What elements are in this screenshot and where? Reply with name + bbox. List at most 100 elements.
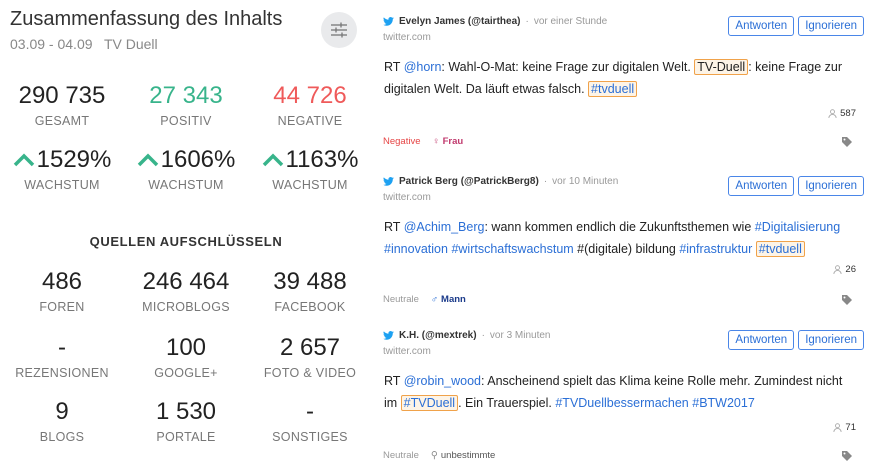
total-all-label: GESAMT — [34, 114, 90, 128]
post-source[interactable]: twitter.com — [383, 346, 431, 357]
text-part: : wann kommen endlich die Zukunftsthemen… — [484, 220, 755, 234]
gender-value: unbestimmte — [440, 450, 496, 461]
breakdown-title: QUELLEN AUFSCHLÜSSELN — [89, 234, 283, 249]
total-all: 290 735 GESAMT — [0, 82, 124, 128]
twitter-icon — [383, 331, 394, 340]
post-actions: Antworten Ignorieren — [728, 330, 864, 350]
post-author[interactable]: K.H. (@mextrek) — [399, 330, 477, 341]
reach-value: 26 — [845, 264, 856, 275]
source-value: - — [58, 334, 66, 361]
summary-title: Zusammenfassung des Inhalts — [10, 8, 283, 30]
post-source[interactable]: twitter.com — [383, 192, 431, 203]
sentiment-label[interactable]: Neutrale — [383, 294, 419, 305]
source-forums: 486 FOREN — [0, 268, 124, 314]
sentiment-label[interactable]: Negative — [383, 136, 421, 147]
source-reviews: - REZENSIONEN — [0, 334, 124, 380]
growth-all-label: WACHSTUM — [24, 178, 100, 192]
hashtag-link[interactable]: #BTW2017 — [692, 396, 755, 410]
hashtag-link[interactable]: #innovation — [384, 242, 448, 256]
text-part: . Ein Trauerspiel. — [458, 396, 556, 410]
separator: · — [525, 16, 529, 27]
source-name: TV Duell — [103, 36, 158, 52]
mention-link[interactable]: @horn — [404, 60, 442, 74]
gender-label[interactable]: ⚲ unbestimmte — [431, 450, 495, 461]
total-all-value: 290 735 — [18, 82, 106, 109]
reply-button[interactable]: Antworten — [728, 330, 795, 350]
tag-icon[interactable] — [842, 295, 852, 305]
reply-button[interactable]: Antworten — [728, 176, 795, 196]
hashtag-link[interactable]: #infrastruktur — [679, 242, 752, 256]
mention-post: Evelyn James (@tairthea) · vor einer Stu… — [374, 16, 864, 156]
ignore-button[interactable]: Ignorieren — [798, 330, 864, 350]
gender-label[interactable]: ♀ Frau — [433, 136, 464, 147]
hashtag-link[interactable]: #Digitalisierung — [755, 220, 840, 234]
source-label: GOOGLE+ — [154, 366, 218, 380]
post-meta: Neutrale ⚲ unbestimmte — [383, 450, 495, 461]
hashtag-link[interactable]: #tvduell — [588, 81, 638, 97]
post-source[interactable]: twitter.com — [383, 32, 431, 43]
post-text: RT @Achim_Berg: wann kommen endlich die … — [384, 216, 854, 260]
source-value: 1 530 — [155, 398, 217, 425]
mention-post: Patrick Berg (@PatrickBerg8) · vor 10 Mi… — [374, 176, 864, 311]
post-header: Evelyn James (@tairthea) · vor einer Stu… — [383, 16, 607, 27]
person-icon — [833, 423, 842, 432]
arrow-up-icon — [137, 153, 158, 167]
separator: · — [481, 330, 485, 341]
mention-link[interactable]: @Achim_Berg — [404, 220, 485, 234]
growth-all: 1529% WACHSTUM — [0, 146, 124, 192]
reach-count: 587 — [828, 108, 856, 119]
filter-settings-button[interactable] — [321, 12, 357, 48]
total-positive: 27 343 POSITIV — [124, 82, 248, 128]
post-author[interactable]: Evelyn James (@tairthea) — [399, 16, 520, 27]
summary-panel: Zusammenfassung des Inhalts 03.09 - 04.0… — [0, 0, 372, 474]
hashtag-link[interactable]: #wirtschaftswachstum — [451, 242, 573, 256]
post-meta: Neutrale ♂ Mann — [383, 294, 466, 305]
gender-value: Frau — [442, 136, 464, 147]
source-facebook: 39 488 FACEBOOK — [248, 268, 372, 314]
arrow-up-icon — [13, 153, 34, 167]
breakdown-row: 9 BLOGS 1 530 PORTALE - SONSTIGES — [0, 398, 372, 444]
reach-count: 71 — [833, 422, 856, 433]
growth-negative: 1163% WACHSTUM — [248, 146, 372, 192]
post-header: K.H. (@mextrek) · vor 3 Minuten — [383, 330, 551, 341]
hashtag-link[interactable]: #TVDuellbessermachen — [555, 396, 688, 410]
undetermined-gender-icon: ⚲ — [430, 450, 438, 461]
growth-positive-value: 1606% — [160, 146, 236, 173]
post-time: vor einer Stunde — [533, 16, 608, 27]
tag-icon[interactable] — [842, 451, 852, 461]
gender-label[interactable]: ♂ Mann — [431, 294, 466, 305]
hashtag-link[interactable]: #tvduell — [755, 241, 805, 257]
source-portals: 1 530 PORTALE — [124, 398, 248, 444]
source-value: - — [306, 398, 314, 425]
text-part: RT — [384, 220, 404, 234]
ignore-button[interactable]: Ignorieren — [798, 16, 864, 36]
source-value: 2 657 — [279, 334, 341, 361]
hashtag-link[interactable]: #TVDuell — [400, 395, 459, 411]
breakdown-row: - REZENSIONEN 100 GOOGLE+ 2 657 FOTO & V… — [0, 334, 372, 380]
post-text: RT @horn: Wahl-O-Mat: keine Frage zur di… — [384, 56, 854, 100]
date-range: 03.09 - 04.09 — [10, 36, 93, 52]
text-part: : Wahl-O-Mat: keine Frage zur digitalen … — [441, 60, 695, 74]
source-value: 486 — [41, 268, 83, 295]
male-icon: ♂ — [430, 294, 439, 305]
totals-row: 290 735 GESAMT 27 343 POSITIV 44 726 NEG… — [0, 82, 372, 128]
source-microblogs: 246 464 MICROBLOGS — [124, 268, 248, 314]
mention-link[interactable]: @robin_wood — [404, 374, 481, 388]
source-other: - SONSTIGES — [248, 398, 372, 444]
post-time: vor 10 Minuten — [552, 176, 619, 187]
reach-value: 587 — [840, 108, 856, 119]
separator: · — [543, 176, 548, 187]
mentions-feed[interactable]: Evelyn James (@tairthea) · vor einer Stu… — [374, 0, 876, 474]
sentiment-label[interactable]: Neutrale — [383, 450, 419, 461]
ignore-button[interactable]: Ignorieren — [798, 176, 864, 196]
arrow-up-icon — [262, 153, 283, 167]
post-header: Patrick Berg (@PatrickBerg8) · vor 10 Mi… — [383, 176, 618, 187]
total-negative-label: NEGATIVE — [277, 114, 343, 128]
total-positive-value: 27 343 — [149, 82, 223, 109]
post-author[interactable]: Patrick Berg (@PatrickBerg8) — [399, 176, 539, 187]
reply-button[interactable]: Antworten — [728, 16, 795, 36]
tag-icon[interactable] — [842, 137, 852, 147]
mention-post: K.H. (@mextrek) · vor 3 Minuten twitter.… — [374, 330, 864, 474]
sliders-icon — [331, 22, 347, 38]
source-value: 39 488 — [273, 268, 347, 295]
